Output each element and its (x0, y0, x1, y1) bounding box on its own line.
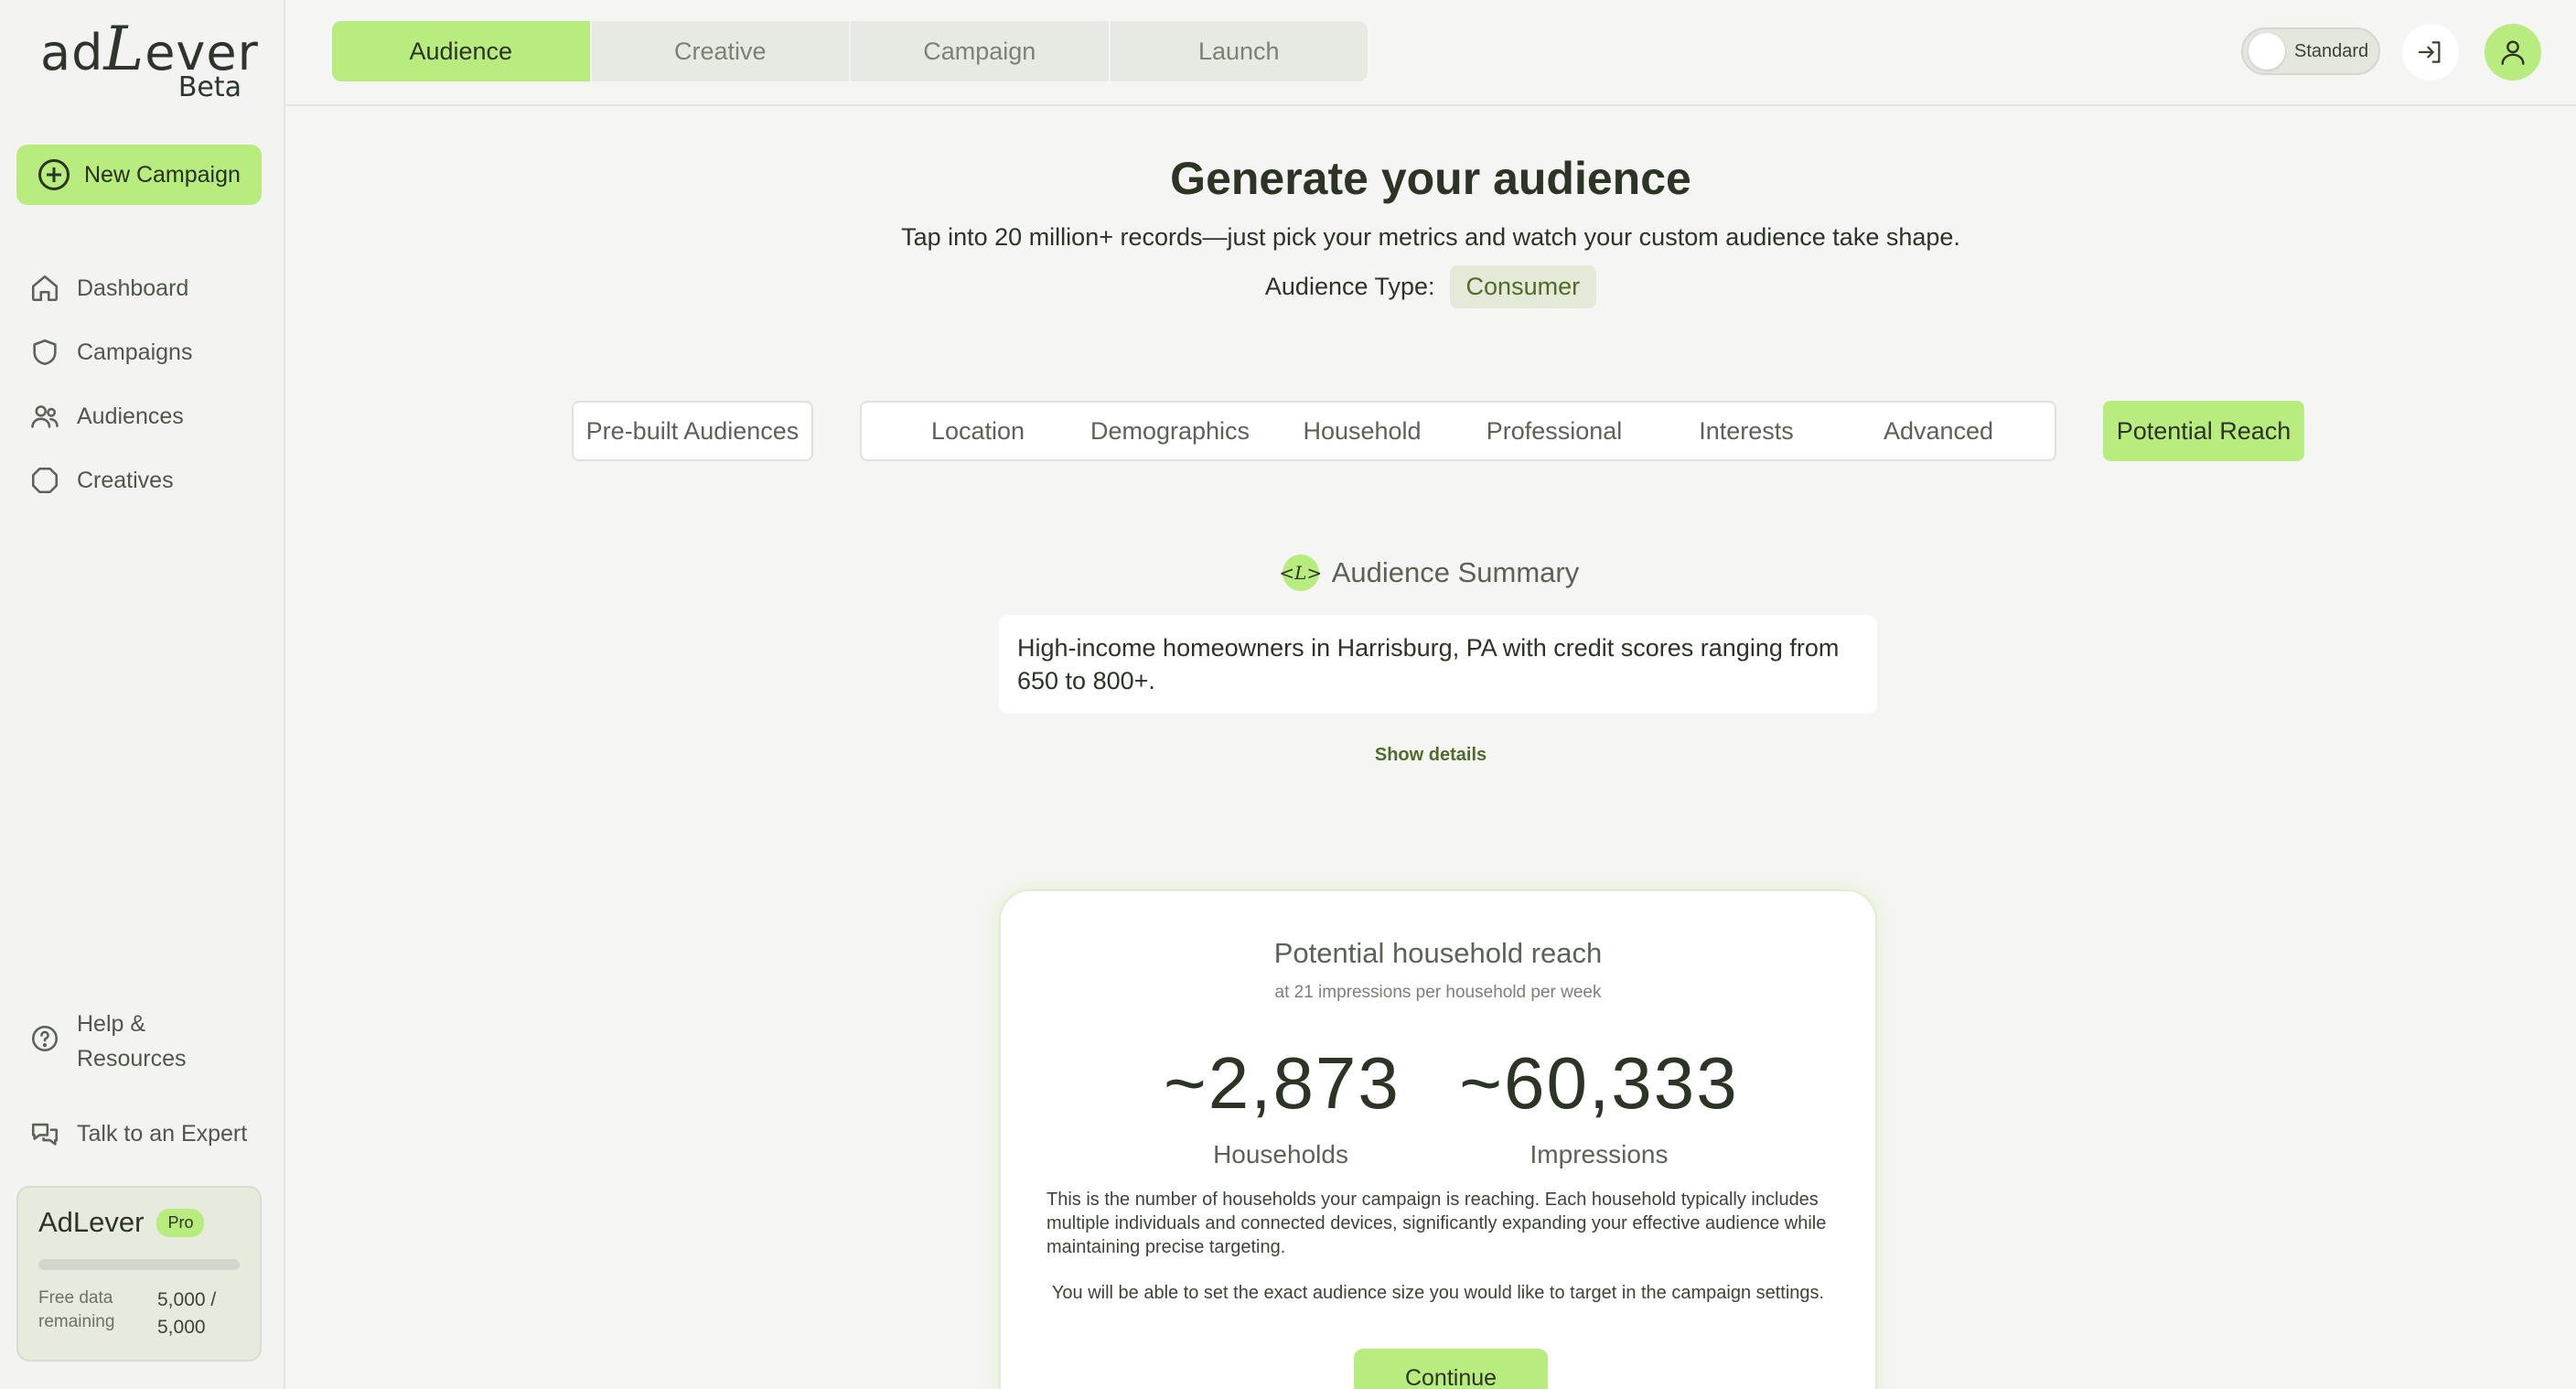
tab-demographics[interactable]: Demographics (1074, 417, 1266, 446)
data-remaining-label: Free data remaining (38, 1288, 115, 1331)
show-details-label[interactable]: Show details (1375, 745, 1487, 765)
audience-type-label: Audience Type: (1264, 273, 1435, 300)
step-audience[interactable]: Audience (332, 21, 592, 81)
households-value: ~2,873 (1164, 1042, 1401, 1124)
sidebar-item-audiences[interactable]: Audiences (29, 384, 267, 448)
continue-button[interactable]: Continue (1354, 1349, 1548, 1389)
reach-card-title: Potential household reach (1273, 937, 1603, 969)
potential-reach-card: Potential household reach at 21 impressi… (999, 889, 1877, 1389)
chat-bubbles-icon (31, 1123, 59, 1146)
sidebar-item-label: Dashboard (77, 275, 189, 301)
step-campaign[interactable]: Campaign (851, 21, 1111, 81)
step-creative[interactable]: Creative (592, 21, 851, 81)
help-resources-link[interactable]: Help & Resources (29, 1007, 260, 1076)
pro-badge: Pro (156, 1208, 205, 1237)
plus-circle-icon (38, 159, 70, 190)
step-launch[interactable]: Launch (1111, 21, 1368, 81)
plan-name: AdLever (38, 1206, 145, 1238)
sidebar-item-dashboard[interactable]: Dashboard (29, 256, 267, 320)
impressions-label: Impressions (1530, 1140, 1669, 1168)
adlever-l-icon: <L> (1279, 555, 1322, 591)
page-subtitle: Tap into 20 million+ records—just pick y… (901, 223, 1960, 251)
mode-toggle[interactable]: Standard (2241, 27, 2380, 75)
log-in-icon (2418, 41, 2441, 63)
logout-button[interactable] (2402, 24, 2459, 81)
help-circle-icon (31, 1025, 59, 1052)
prebuilt-audiences-button[interactable]: Pre-built Audiences (572, 401, 813, 461)
reach-card-subtitle: at 21 impressions per household per week (1274, 983, 1602, 1002)
sidebar-nav: Dashboard Campaigns Audiences Creatives (29, 256, 267, 512)
toggle-knob (2249, 33, 2285, 70)
shield-icon (33, 339, 57, 366)
help-label: Help & Resources (77, 1011, 187, 1071)
sidebar-item-label: Campaigns (77, 339, 193, 365)
audience-summary-text: High-income homeowners in Harrisburg, PA… (999, 615, 1877, 714)
sidebar: adLever Beta New Campaign Dashboard Camp… (0, 0, 285, 1389)
beta-label: Beta (177, 71, 242, 103)
new-campaign-button[interactable]: New Campaign (16, 145, 262, 205)
sidebar-item-campaigns[interactable]: Campaigns (29, 320, 267, 384)
reach-note: You will be able to set the exact audien… (1051, 1283, 1825, 1303)
tab-advanced[interactable]: Advanced (1842, 417, 2034, 446)
top-bar: Audience Creative Campaign Launch Standa… (285, 0, 2576, 106)
plan-title: AdLever Pro (38, 1206, 240, 1239)
octagon-icon (31, 467, 59, 494)
data-remaining-row: Free data remaining 5,000 / 5,000 (38, 1287, 240, 1341)
data-usage-bar (38, 1259, 240, 1270)
households-metric: ~2,873 Households (1164, 1038, 1401, 1169)
plan-card: AdLever Pro Free data remaining 5,000 / … (16, 1186, 262, 1362)
sidebar-item-label: Audiences (77, 403, 184, 429)
households-label: Households (1213, 1140, 1348, 1168)
new-campaign-label: New Campaign (84, 161, 241, 188)
audience-summary-header: <L> Audience Summary (285, 555, 2576, 591)
tab-household[interactable]: Household (1266, 417, 1458, 446)
audience-type-row: Audience Type: Consumer (285, 265, 2576, 308)
potential-reach-tab[interactable]: Potential Reach (2103, 401, 2304, 461)
talk-to-expert-link[interactable]: Talk to an Expert (29, 1118, 247, 1149)
tab-professional[interactable]: Professional (1458, 417, 1650, 446)
page-title: Generate your audience (1170, 153, 1691, 204)
mode-toggle-label: Standard (2294, 40, 2369, 61)
audience-filter-tabs: Location Demographics Household Professi… (860, 401, 2056, 461)
impressions-value: ~60,333 (1459, 1042, 1739, 1124)
show-details-link: Show details (285, 745, 2576, 766)
audience-type-chip[interactable]: Consumer (1449, 265, 1597, 308)
impressions-metric: ~60,333 Impressions (1444, 1038, 1755, 1169)
adlever-logo[interactable]: adLever Beta (40, 16, 258, 104)
data-remaining-value: 5,000 / 5,000 (157, 1289, 217, 1338)
tab-location[interactable]: Location (882, 417, 1074, 446)
step-tabs: Audience Creative Campaign Launch (332, 21, 1368, 81)
user-avatar-button[interactable] (2485, 24, 2541, 81)
home-icon (31, 275, 59, 302)
sidebar-item-creatives[interactable]: Creatives (29, 448, 267, 512)
users-icon (31, 405, 59, 428)
sidebar-item-label: Creatives (77, 467, 174, 493)
main-content: Generate your audience Tap into 20 milli… (285, 108, 2576, 1389)
user-icon (2501, 40, 2525, 65)
talk-label: Talk to an Expert (77, 1120, 248, 1147)
audience-summary-title: Audience Summary (1331, 556, 1580, 588)
tab-interests[interactable]: Interests (1650, 417, 1842, 446)
reach-description: This is the number of households your ca… (1046, 1190, 1827, 1257)
